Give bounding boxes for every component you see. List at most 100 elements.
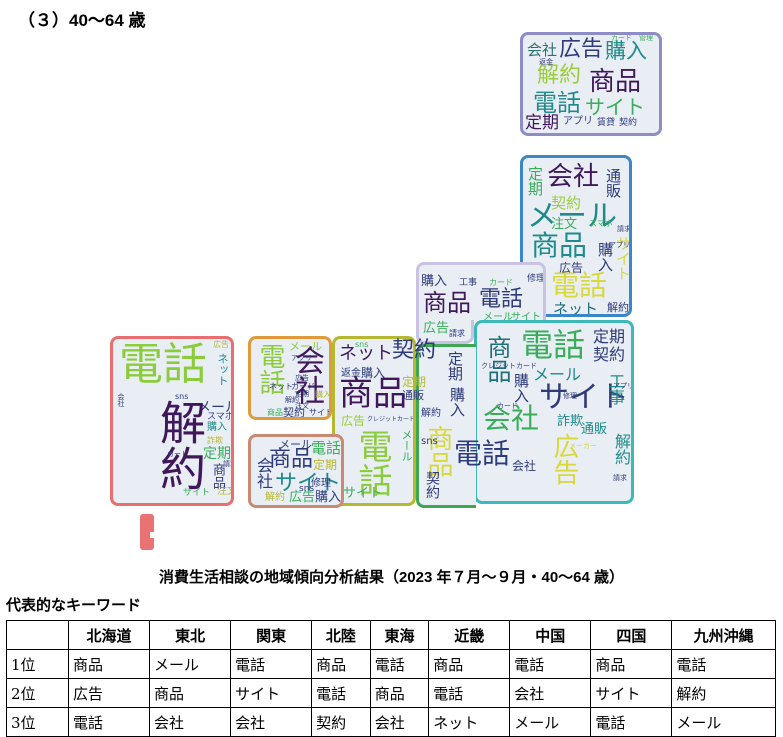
table-cell: 電話 — [67, 707, 151, 737]
word: 会社 — [547, 162, 600, 192]
word: 請求 — [449, 329, 465, 338]
header-cell — [6, 620, 69, 650]
word: 返金 — [539, 58, 553, 66]
word: 購入 — [207, 422, 227, 433]
table-cell: 電話 — [230, 649, 313, 679]
word: 詐欺 — [557, 414, 584, 429]
region-hokuriku: 購入 商品 電話 サイト メール 工事 カード 修理 — [416, 262, 546, 324]
word: 購入 — [512, 373, 530, 403]
word: メール — [400, 429, 413, 462]
table-cell: 電話 — [671, 649, 776, 679]
word: 定期 — [313, 458, 338, 472]
word: アプリ — [563, 116, 593, 127]
table-cell: メール — [149, 649, 232, 679]
table-row: 3位 電話 会社 会社 契約 会社 ネット メール 電話 メール — [6, 707, 776, 737]
word: メール — [289, 340, 322, 353]
table-cell: サイト — [590, 678, 673, 708]
word: 通販 — [402, 389, 424, 402]
table-header-row: 北海道 東北 関東 北陸 東海 近畿 中国 四国 九州沖縄 — [6, 620, 776, 650]
word: 購入 — [448, 387, 466, 417]
word: アプリ — [613, 382, 634, 390]
word: クレジットカード — [481, 362, 537, 370]
header-cell: 中国 — [509, 620, 592, 650]
word: 通販 — [581, 422, 608, 437]
table-cell: 商品 — [428, 649, 511, 679]
table-row: 2位 広告 商品 サイト 電話 商品 電話 会社 サイト 解約 — [6, 678, 776, 708]
word: 定期 — [593, 327, 626, 346]
table-cell: 会社 — [230, 707, 313, 737]
word: 解約 — [607, 301, 629, 314]
word: 請求 — [613, 474, 627, 482]
word: 解約 — [265, 492, 285, 503]
word: 広告 — [289, 490, 316, 505]
word: 商品 — [423, 289, 471, 317]
word: 購入 — [421, 274, 448, 289]
rank-cell: 2位 — [6, 678, 69, 708]
word: 会社 — [117, 393, 125, 407]
table-cell: 会社 — [509, 678, 592, 708]
word: 商品 — [589, 67, 642, 97]
word: ネット — [269, 382, 293, 391]
word: 広告 — [559, 37, 604, 62]
word: 定期 — [402, 375, 427, 389]
table-row: 1位 商品 メール 電話 商品 電話 商品 電話 商品 電話 — [6, 649, 776, 679]
word: ネット — [553, 300, 599, 317]
table-cell: 商品 — [311, 649, 371, 679]
word: 電話 — [479, 287, 524, 312]
table-cell: 電話 — [509, 649, 592, 679]
word: クレジットカード — [367, 416, 416, 423]
word: 電話 — [521, 326, 586, 364]
rank-cell: 3位 — [6, 707, 69, 737]
table-cell: 商品 — [67, 649, 151, 679]
word: 商品 — [269, 447, 314, 472]
table-cell: 商品 — [149, 678, 232, 708]
header-cell: 近畿 — [428, 620, 511, 650]
keyword-table: 北海道 東北 関東 北陸 東海 近畿 中国 四国 九州沖縄 1位 商品 メール … — [6, 620, 776, 737]
word: メーカー — [569, 442, 597, 450]
word: 電話 — [119, 339, 207, 390]
word: 購入 — [315, 390, 331, 399]
word: 契約 — [619, 118, 638, 128]
word: スマホ — [207, 412, 234, 422]
table-cell: メール — [509, 707, 592, 737]
word: 会社 — [527, 41, 558, 59]
table-cell: 契約 — [311, 707, 371, 737]
word: 管理 — [639, 34, 653, 42]
word: 電話 — [454, 437, 511, 470]
word: 請求 — [617, 225, 631, 233]
word: 定期 — [446, 351, 464, 381]
word: 広告 — [549, 433, 579, 485]
header-cell: 東北 — [149, 620, 232, 650]
table-cell: メール — [671, 707, 776, 737]
word: 賃貸 — [597, 118, 616, 128]
word: カード — [167, 450, 188, 458]
word: 商品 — [531, 229, 588, 262]
word: サイト — [343, 486, 383, 501]
region-kyushu: 電話 広告 ネット 会社 sns メール スマホ 購入 解約 詐欺 カード 定期… — [110, 336, 234, 506]
word: スマホ — [589, 219, 613, 228]
word: 商品 — [483, 335, 511, 383]
word: 電話 — [533, 89, 581, 117]
word: 広告 — [295, 374, 309, 382]
word: サイト — [183, 488, 211, 498]
word: 購入 — [315, 490, 342, 505]
table-cell: 会社 — [369, 707, 430, 737]
word: 定期 — [526, 166, 544, 196]
region-shikoku: メール 電話 会社 商品 定期 サイト 修理 sns 解約 広告 購入 — [248, 434, 344, 508]
japan-wordcloud-map: 会社 広告 購入 解約 商品 電話 サイト 定期 アプリ 賃貸 契約 カード 管… — [0, 0, 783, 560]
word: 解約 — [153, 399, 207, 491]
word: 通販 — [604, 168, 622, 198]
table-cell: 会社 — [149, 707, 232, 737]
word: 契約 — [424, 471, 440, 499]
table-cell: 商品 — [590, 649, 673, 679]
region-tokai: 定期 購入 解約 商品 sns 契約 — [416, 344, 476, 508]
word: 商品 — [423, 425, 453, 477]
word: 契約 — [392, 338, 437, 363]
table-cell: ネット — [428, 707, 511, 737]
word: カード — [497, 402, 518, 410]
okinawa-shape-notch — [150, 532, 158, 538]
table-cell: 電話 — [369, 649, 430, 679]
word: 広告 — [341, 414, 366, 428]
word: 会社 — [512, 459, 537, 473]
word: 請求 — [223, 460, 231, 468]
